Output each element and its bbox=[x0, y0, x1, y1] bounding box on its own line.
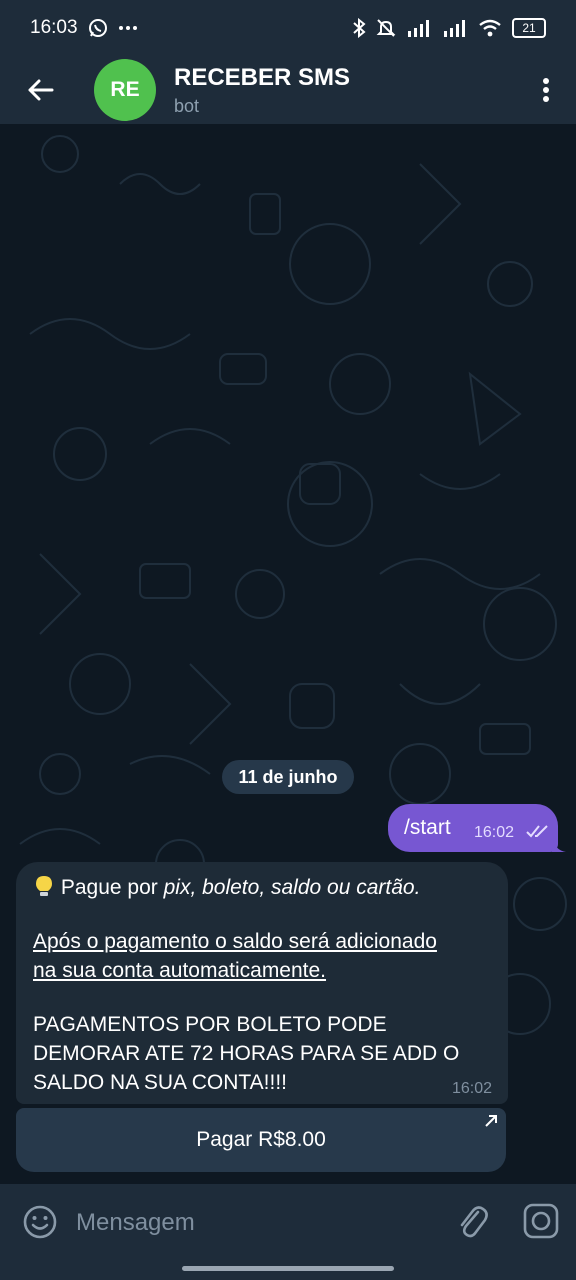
whatsapp-icon bbox=[88, 18, 108, 38]
wifi-icon bbox=[478, 19, 502, 37]
back-arrow-icon bbox=[28, 79, 54, 101]
home-indicator[interactable] bbox=[182, 1266, 394, 1271]
bubble-tail bbox=[552, 836, 566, 852]
outgoing-message-time: 16:02 bbox=[474, 824, 515, 841]
camera-icon[interactable] bbox=[522, 1202, 560, 1240]
battery-icon: 21 bbox=[512, 18, 546, 38]
status-bar: 16:03 21 bbox=[0, 0, 576, 56]
status-time: 16:03 bbox=[30, 17, 78, 38]
incoming-message-time: 16:02 bbox=[451, 1080, 492, 1097]
message-line: SALDO NA SUA CONTA!!!! bbox=[33, 1071, 288, 1094]
more-menu-button[interactable] bbox=[516, 56, 576, 124]
more-vertical-icon bbox=[543, 78, 549, 102]
chat-title-block[interactable]: RECEBER SMS bot bbox=[174, 64, 350, 117]
external-arrow-icon bbox=[485, 1115, 497, 1127]
message-line: DEMORAR ATE 72 HORAS PARA SE ADD O bbox=[33, 1042, 460, 1065]
mute-icon bbox=[376, 18, 396, 38]
emoji-icon[interactable] bbox=[22, 1204, 58, 1240]
chat-area: 11 de junho /start 16:02 Pague por pix, … bbox=[0, 124, 576, 1184]
avatar[interactable]: RE bbox=[94, 59, 156, 121]
incoming-message[interactable]: Pague por pix, boleto, saldo ou cartão. … bbox=[16, 862, 508, 1104]
bluetooth-icon bbox=[352, 18, 366, 38]
more-dots-icon bbox=[118, 25, 138, 31]
lightbulb-icon bbox=[36, 876, 52, 896]
outgoing-message-text: /start bbox=[404, 816, 451, 839]
pay-button-label: Pagar R$8.00 bbox=[196, 1128, 326, 1151]
message-line: Após o pagamento o saldo será adicionado bbox=[33, 930, 437, 953]
message-input-bar bbox=[0, 1184, 576, 1280]
message-line: na sua conta automaticamente. bbox=[33, 959, 327, 982]
attach-icon[interactable] bbox=[454, 1202, 490, 1242]
chat-header: RE RECEBER SMS bot bbox=[0, 56, 576, 124]
message-text: Pague por bbox=[60, 876, 164, 899]
date-separator: 11 de junho bbox=[222, 760, 354, 794]
pay-button[interactable]: Pagar R$8.00 bbox=[16, 1108, 506, 1172]
signal-icon bbox=[406, 19, 432, 37]
back-button[interactable] bbox=[0, 56, 80, 124]
message-line: PAGAMENTOS POR BOLETO PODE bbox=[33, 1013, 387, 1036]
message-input[interactable] bbox=[74, 1202, 438, 1244]
chat-title: RECEBER SMS bbox=[174, 63, 351, 91]
outgoing-message[interactable]: /start 16:02 bbox=[388, 804, 558, 852]
double-check-icon bbox=[526, 825, 548, 838]
message-line: Pague por pix, boleto, saldo ou cartão. bbox=[33, 874, 420, 900]
chat-subtitle: bot bbox=[174, 95, 200, 116]
signal-icon bbox=[442, 19, 468, 37]
payment-methods-text: pix, boleto, saldo ou cartão. bbox=[163, 876, 421, 899]
